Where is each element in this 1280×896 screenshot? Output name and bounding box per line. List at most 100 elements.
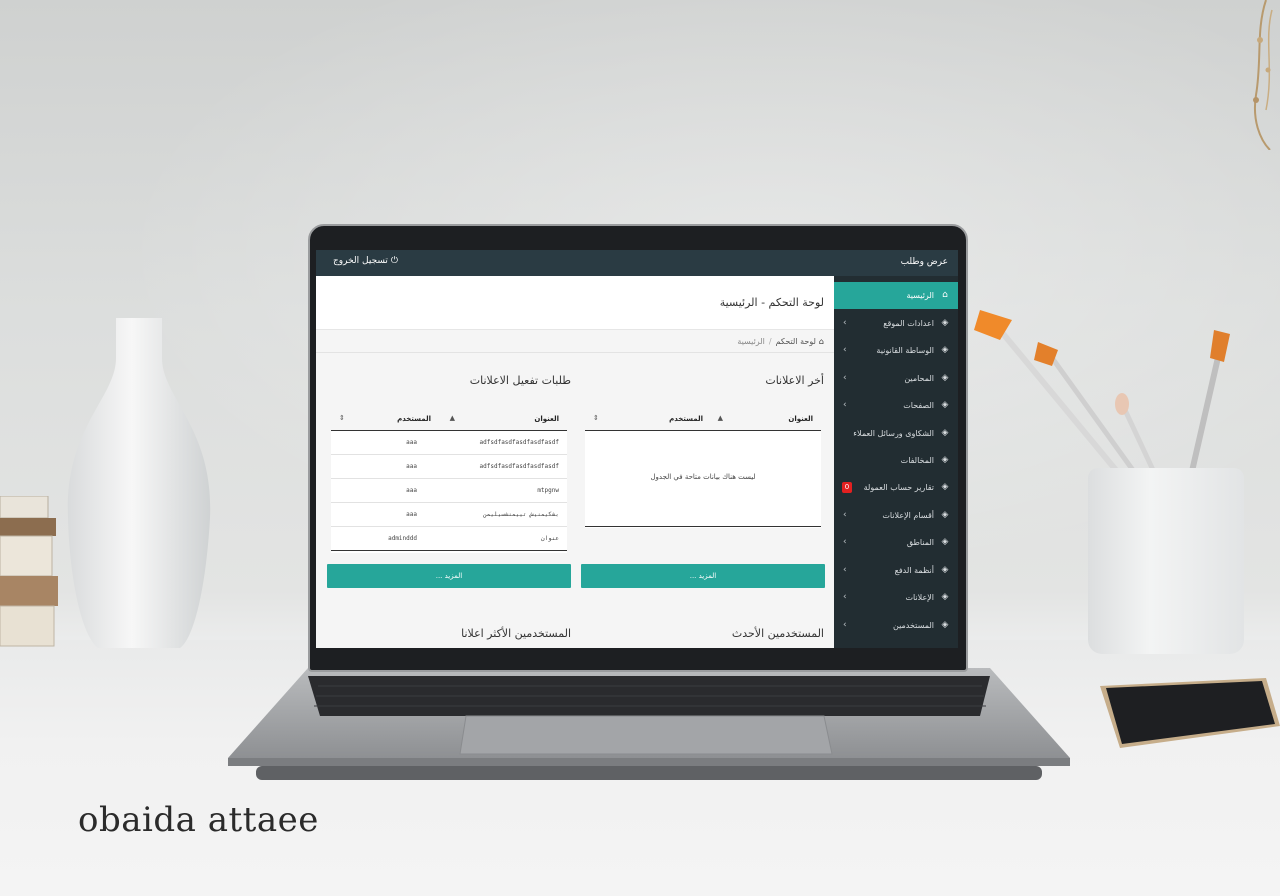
sidebar-item-site-settings[interactable]: ◈ اعدادات الموقع ‹ xyxy=(834,310,958,337)
sidebar-item-users[interactable]: ◈ المستخدمين ‹ xyxy=(834,612,958,639)
cell-user: aaa xyxy=(406,511,417,518)
empty-table-message: ليست هناك بيانات متاحة في الجدول xyxy=(585,431,821,527)
activation-requests-table: العنوان ▲ المستخدم ⇕ adfsdfasdfasdfasdfa… xyxy=(331,406,567,553)
top-advertisers-title: المستخدمين الأكثر اعلانا xyxy=(461,627,571,640)
layers-icon: ◈ xyxy=(941,592,949,602)
column-header-user[interactable]: المستخدم xyxy=(397,415,431,423)
brand-logo-text[interactable]: عرض وطلب xyxy=(901,257,948,267)
cell-title: mtpgnw xyxy=(537,487,559,494)
table-row[interactable]: mtpgnw aaa xyxy=(331,479,567,503)
sidebar-item-label: الرئيسية xyxy=(906,291,934,300)
latest-ads-title: أخر الاعلانات xyxy=(765,374,824,387)
divider xyxy=(316,352,834,353)
breadcrumb-separator: / xyxy=(768,337,772,346)
top-navbar: عرض وطلب تسجيل الخروج ⏻ xyxy=(316,250,958,276)
activation-requests-more-button[interactable]: المزيد ... xyxy=(327,564,571,588)
sidebar-item-commission-reports[interactable]: ◈ تقارير حساب العمولة 0 xyxy=(834,474,958,501)
layers-icon: ◈ xyxy=(941,537,949,547)
chevron-left-icon: ‹ xyxy=(843,510,847,520)
sidebar-item-label: اعدادات الموقع xyxy=(883,319,934,328)
chevron-left-icon: ‹ xyxy=(843,620,847,630)
cell-user: aaa xyxy=(406,487,417,494)
chevron-left-icon: ‹ xyxy=(843,373,847,383)
newest-users-title: المستخدمين الأحدث xyxy=(731,627,824,640)
sidebar-item-label: تقارير حساب العمولة xyxy=(863,483,934,492)
sidebar-item-label: المحامين xyxy=(904,374,934,383)
sort-both-icon[interactable]: ⇕ xyxy=(593,414,599,422)
empty-text: ليست هناك بيانات متاحة في الجدول xyxy=(650,473,756,481)
table-header: العنوان ▲ المستخدم ⇕ xyxy=(331,406,567,431)
column-header-title[interactable]: العنوان xyxy=(534,415,559,423)
layers-icon: ◈ xyxy=(941,318,949,328)
sidebar-item-violations[interactable]: ◈ المخالفات xyxy=(834,447,958,474)
sort-both-icon[interactable]: ⇕ xyxy=(339,414,345,422)
sidebar-item-home[interactable]: ⌂ الرئيسية xyxy=(834,282,958,309)
column-header-user[interactable]: المستخدم xyxy=(669,415,703,423)
sort-asc-icon[interactable]: ▲ xyxy=(718,414,723,422)
logout-button[interactable]: تسجيل الخروج ⏻ xyxy=(333,256,398,266)
layers-icon: ◈ xyxy=(941,620,949,630)
sidebar: ⌂ الرئيسية ◈ اعدادات الموقع ‹ ◈ الوساطة … xyxy=(834,276,958,648)
chevron-left-icon: ‹ xyxy=(843,592,847,602)
home-icon: ⌂ xyxy=(942,290,948,300)
main-content: لوحة التحكم - الرئيسية ⌂لوحة التحكم /الرئ… xyxy=(316,276,834,648)
paint-brushes xyxy=(974,310,1230,487)
layers-icon: ◈ xyxy=(941,510,949,520)
sidebar-item-lawyers[interactable]: ◈ المحامين ‹ xyxy=(834,365,958,392)
sidebar-item-label: المستخدمين xyxy=(893,621,934,630)
chevron-left-icon: ‹ xyxy=(843,537,847,547)
table-row[interactable]: adfsdfasdfasdfasdfasdf aaa xyxy=(331,455,567,479)
home-icon: ⌂ xyxy=(818,337,824,346)
sidebar-item-label: أقسام الإعلانات xyxy=(882,511,934,520)
layers-icon: ◈ xyxy=(941,455,949,465)
layers-icon: ◈ xyxy=(941,428,949,438)
latest-ads-more-button[interactable]: المزيد ... xyxy=(581,564,825,588)
chevron-left-icon: ‹ xyxy=(843,345,847,355)
chevron-left-icon: ‹ xyxy=(843,400,847,410)
sidebar-item-payment-systems[interactable]: ◈ أنظمة الدفع ‹ xyxy=(834,557,958,584)
cell-user: adminddd xyxy=(388,535,417,542)
sidebar-item-ads[interactable]: ◈ الإعلانات ‹ xyxy=(834,584,958,611)
table-header: العنوان ▲ المستخدم ⇕ xyxy=(585,406,821,431)
sort-asc-icon[interactable]: ▲ xyxy=(450,414,455,422)
breadcrumb: ⌂لوحة التحكم /الرئيسية xyxy=(737,337,824,346)
layers-icon: ◈ xyxy=(941,400,949,410)
layers-icon: ◈ xyxy=(941,345,949,355)
admin-dashboard-screen: عرض وطلب تسجيل الخروج ⏻ ⌂ الرئيسية ◈ اعدا… xyxy=(316,250,958,648)
laptop-base xyxy=(228,668,1070,780)
sidebar-item-regions[interactable]: ◈ المناطق ‹ xyxy=(834,529,958,556)
cell-title: عنوان xyxy=(540,535,559,542)
sidebar-item-ad-categories[interactable]: ◈ أقسام الإعلانات ‹ xyxy=(834,502,958,529)
breadcrumb-current: الرئيسية xyxy=(737,337,765,346)
logout-label: تسجيل الخروج xyxy=(333,256,388,266)
brush-cup xyxy=(1088,468,1244,654)
table-row[interactable]: adfsdfasdfasdfasdfasdf aaa xyxy=(331,431,567,455)
power-icon: ⏻ xyxy=(390,256,399,266)
table-row[interactable]: عنوان adminddd xyxy=(331,527,567,551)
white-vase xyxy=(67,318,211,648)
breadcrumb-home-link[interactable]: لوحة التحكم xyxy=(776,337,816,346)
sidebar-item-label: الشكاوى ورسائل العملاء xyxy=(853,429,934,438)
sidebar-item-label: المخالفات xyxy=(900,456,934,465)
sidebar-item-label: أنظمة الدفع xyxy=(894,566,934,575)
page-title: لوحة التحكم - الرئيسية xyxy=(719,296,824,309)
sidebar-item-legal-mediation[interactable]: ◈ الوساطة القانونية ‹ xyxy=(834,337,958,364)
table-row[interactable]: بشكيمنيش تييمنشسيليمن aaa xyxy=(331,503,567,527)
book-stack xyxy=(0,496,58,647)
sidebar-item-pages[interactable]: ◈ الصفحات ‹ xyxy=(834,392,958,419)
latest-ads-table: العنوان ▲ المستخدم ⇕ ليست هناك بيانات مت… xyxy=(585,406,821,528)
layers-icon: ◈ xyxy=(941,565,949,575)
chevron-left-icon: ‹ xyxy=(843,318,847,328)
layers-icon: ◈ xyxy=(941,482,949,492)
smartphone xyxy=(1100,678,1280,748)
sidebar-item-label: الإعلانات xyxy=(905,593,934,602)
sidebar-item-label: المناطق xyxy=(906,538,934,547)
layers-icon: ◈ xyxy=(941,373,949,383)
notification-badge: 0 xyxy=(842,482,852,493)
column-header-title[interactable]: العنوان xyxy=(788,415,813,423)
page-header: لوحة التحكم - الرئيسية xyxy=(316,276,834,330)
sidebar-item-complaints[interactable]: ◈ الشكاوى ورسائل العملاء xyxy=(834,420,958,447)
watermark-signature: obaida attaee xyxy=(78,800,319,840)
sidebar-item-label: الوساطة القانونية xyxy=(876,346,934,355)
cell-title: بشكيمنيش تييمنشسيليمن xyxy=(483,511,559,518)
